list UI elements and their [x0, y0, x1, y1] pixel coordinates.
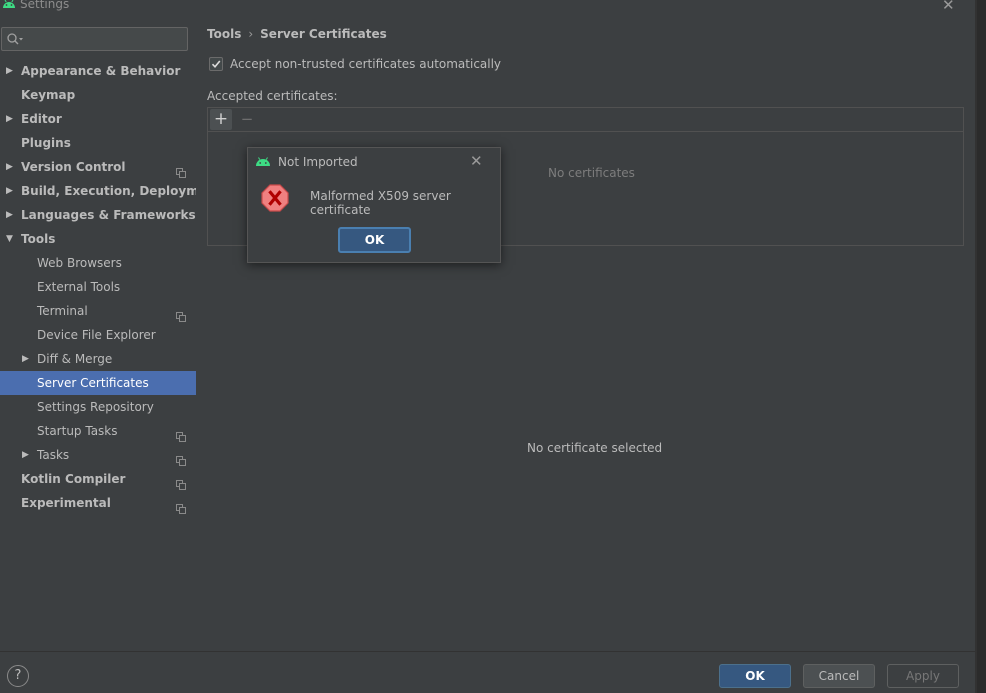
project-level-icon	[176, 162, 186, 178]
sidebar-item-label: Startup Tasks	[37, 424, 118, 438]
sidebar-item-label: Keymap	[21, 88, 76, 102]
sidebar-item-diff-merge[interactable]: ▶ Diff & Merge	[0, 347, 196, 371]
project-level-icon	[176, 426, 186, 442]
sidebar-item-tools[interactable]: ▼ Tools	[0, 227, 196, 251]
chevron-right-icon[interactable]: ▶	[6, 107, 16, 131]
sidebar-item-keymap[interactable]: Keymap	[0, 83, 196, 107]
settings-content: Tools › Server Certificates Accept non-tru…	[196, 14, 975, 651]
help-button[interactable]: ?	[7, 665, 29, 687]
breadcrumb-parent[interactable]: Tools	[207, 27, 241, 41]
sidebar-item-terminal[interactable]: Terminal	[0, 299, 196, 323]
sidebar-item-label: Tools	[21, 232, 56, 246]
project-level-icon	[176, 450, 186, 466]
chevron-right-icon[interactable]: ▶	[6, 203, 16, 227]
project-level-icon	[176, 306, 186, 322]
breadcrumb-current: Server Certificates	[260, 27, 387, 41]
sidebar-item-plugins[interactable]: Plugins	[0, 131, 196, 155]
breadcrumb: Tools › Server Certificates	[207, 27, 387, 41]
dialog-ok-button[interactable]: OK	[338, 227, 411, 253]
chevron-down-icon[interactable]: ▼	[6, 227, 16, 251]
apply-button[interactable]: Apply	[887, 664, 959, 688]
search-field[interactable]	[1, 27, 188, 51]
sidebar-item-appearance-behavior[interactable]: ▶ Appearance & Behavior	[0, 59, 196, 83]
sidebar-item-label: Kotlin Compiler	[21, 472, 126, 486]
sidebar-item-label: External Tools	[37, 280, 121, 294]
settings-window: Settings ✕ ▶ Appearance & Behavior Keymap ▶…	[0, 0, 986, 693]
cancel-button[interactable]: Cancel	[803, 664, 875, 688]
add-certificate-button[interactable]: +	[210, 109, 232, 130]
sidebar-item-editor[interactable]: ▶ Editor	[0, 107, 196, 131]
sidebar-item-label: Server Certificates	[37, 376, 149, 390]
not-imported-dialog: Not Imported ✕ Malformed X509 server cer…	[247, 147, 501, 263]
sidebar-item-label: Editor	[21, 112, 62, 126]
title-bar: Settings ✕	[0, 0, 975, 14]
android-icon	[1, 0, 17, 12]
sidebar-item-label: Settings Repository	[37, 400, 154, 414]
dialog-title: Not Imported	[278, 155, 358, 169]
chevron-right-icon[interactable]: ▶	[6, 179, 16, 203]
android-icon	[255, 155, 271, 170]
sidebar-item-kotlin-compiler[interactable]: Kotlin Compiler	[0, 467, 196, 491]
certificate-toolbar: + −	[208, 108, 963, 132]
sidebar-item-tasks[interactable]: ▶ Tasks	[0, 443, 196, 467]
sidebar-item-server-certificates[interactable]: Server Certificates	[0, 371, 196, 395]
chevron-right-icon[interactable]: ▶	[22, 443, 32, 467]
sidebar-item-label: Web Browsers	[37, 256, 122, 270]
sidebar-item-label: Diff & Merge	[37, 352, 113, 366]
search-icon	[6, 32, 24, 49]
sidebar-item-version-control[interactable]: ▶ Version Control	[0, 155, 196, 179]
accept-untrusted-label: Accept non-trusted certificates automati…	[230, 57, 502, 71]
window-close-button[interactable]: ✕	[942, 0, 955, 14]
accepted-certificates-label: Accepted certificates:	[207, 89, 338, 103]
no-selection-text: No certificate selected	[527, 441, 663, 455]
sidebar-item-startup-tasks[interactable]: Startup Tasks	[0, 419, 196, 443]
dialog-button-bar: ? OK Cancel Apply	[0, 651, 975, 693]
accept-untrusted-checkbox[interactable]	[209, 57, 223, 71]
sidebar-item-build-execution-deployment[interactable]: ▶ Build, Execution, Deployment	[0, 179, 221, 203]
sidebar-item-label: Version Control	[21, 160, 126, 174]
chevron-right-icon[interactable]: ▶	[22, 347, 32, 371]
sidebar-item-label: Appearance & Behavior	[21, 64, 181, 78]
sidebar-item-label: Terminal	[37, 304, 88, 318]
error-icon	[261, 184, 289, 215]
sidebar-item-label: Languages & Frameworks	[21, 208, 196, 222]
sidebar-item-label: Experimental	[21, 496, 111, 510]
breadcrumb-separator: ›	[248, 27, 254, 41]
sidebar-item-languages-frameworks[interactable]: ▶ Languages & Frameworks	[0, 203, 196, 227]
right-edge-strip	[975, 0, 986, 693]
sidebar-item-label: Tasks	[37, 448, 70, 462]
sidebar-item-label: Build, Execution, Deployment	[21, 184, 222, 198]
settings-sidebar: ▶ Appearance & Behavior Keymap ▶ Editor Plugi…	[0, 14, 221, 651]
sidebar-item-device-file-explorer[interactable]: Device File Explorer	[0, 323, 196, 347]
sidebar-item-label: Plugins	[21, 136, 71, 150]
checkmark-icon	[211, 60, 221, 69]
chevron-right-icon[interactable]: ▶	[6, 155, 16, 179]
sidebar-item-experimental[interactable]: Experimental	[0, 491, 196, 515]
sidebar-item-external-tools[interactable]: External Tools	[0, 275, 196, 299]
chevron-right-icon[interactable]: ▶	[6, 59, 16, 83]
ok-button[interactable]: OK	[719, 664, 791, 688]
dialog-message: Malformed X509 server certificate	[310, 189, 451, 217]
sidebar-item-label: Device File Explorer	[37, 328, 156, 342]
sidebar-item-settings-repository[interactable]: Settings Repository	[0, 395, 196, 419]
remove-certificate-button[interactable]: −	[239, 109, 255, 130]
project-level-icon	[176, 498, 186, 514]
project-level-icon	[176, 474, 186, 490]
dialog-close-button[interactable]: ✕	[470, 152, 483, 170]
empty-list-text: No certificates	[548, 166, 635, 180]
window-title: Settings	[20, 0, 70, 11]
sidebar-item-web-browsers[interactable]: Web Browsers	[0, 251, 196, 275]
